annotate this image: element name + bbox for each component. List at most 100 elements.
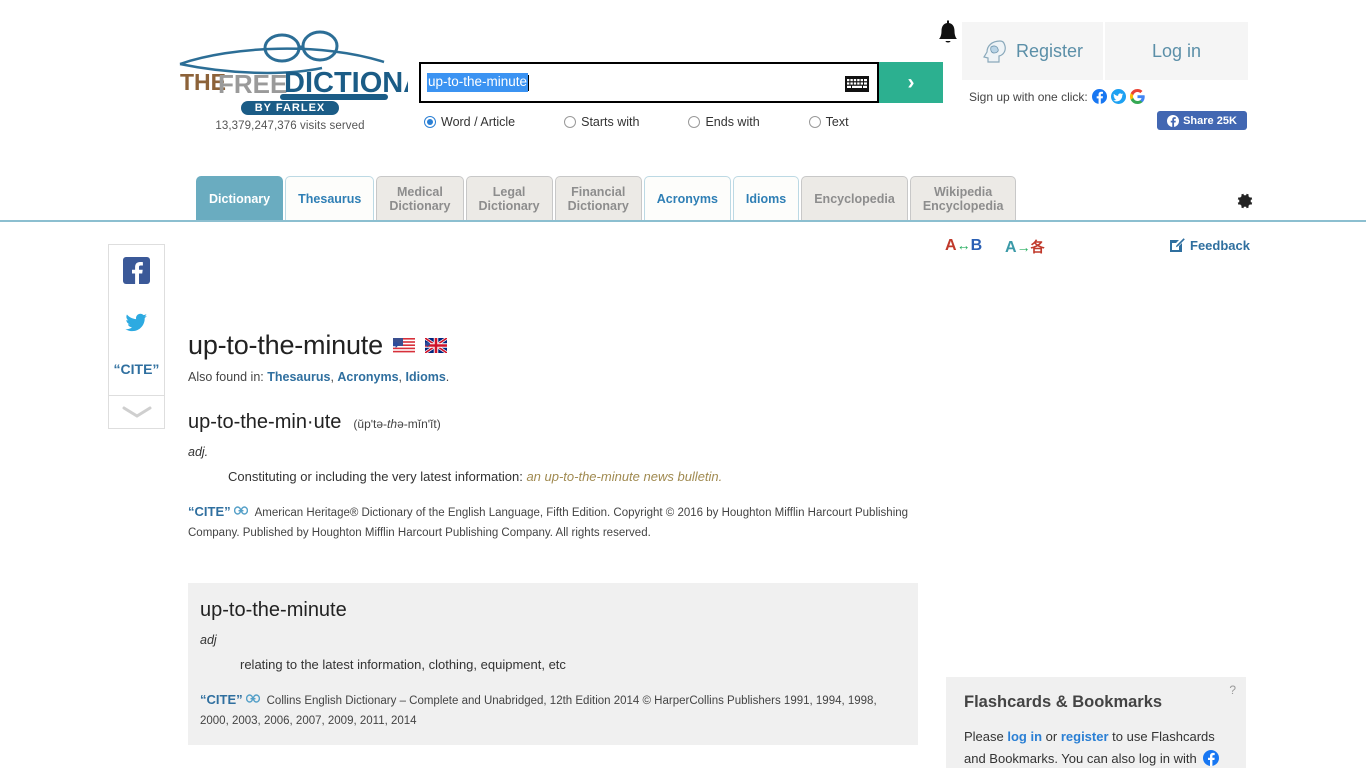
chevron-down-icon xyxy=(122,406,151,418)
radio-text[interactable]: Text xyxy=(808,115,849,129)
twitter-icon[interactable] xyxy=(123,309,150,336)
search-input[interactable]: up-to-the-minute xyxy=(419,62,879,103)
facebook-icon[interactable] xyxy=(1203,750,1220,766)
share-count-label: Share 25K xyxy=(1183,114,1237,127)
link-chain-icon[interactable] xyxy=(233,506,248,515)
flashcards-text-1: Please xyxy=(964,729,1008,744)
tab-wikipedia-encyclopedia[interactable]: Wikipedia Encyclopedia xyxy=(909,176,1017,220)
account-buttons: Register Log in xyxy=(962,22,1248,80)
definition-body: Constituting or including the very lates… xyxy=(228,469,527,484)
radio-dot xyxy=(808,116,821,128)
page-body: “CITE” A↔B A→各 Feedback up-to-the-minute xyxy=(0,222,1366,768)
search-input-value: up-to-the-minute xyxy=(427,73,529,92)
feedback-label: Feedback xyxy=(1190,237,1250,253)
radio-label: Starts with xyxy=(581,115,640,129)
entry-headword: up-to-the-min·ute (ŭpʹtə-thə-mĭnʹĭt) xyxy=(188,411,918,434)
logo-graphic: THE FREE DICTIONARY xyxy=(179,30,408,100)
rail-cite-link[interactable]: “CITE” xyxy=(109,361,164,377)
login-label: Log in xyxy=(1151,40,1202,61)
also-found-link-idioms[interactable]: Idioms xyxy=(405,370,445,384)
brain-head-icon xyxy=(983,40,1006,63)
tab-legal-dictionary[interactable]: Legal Dictionary xyxy=(465,176,553,220)
facebook-icon[interactable] xyxy=(1091,89,1107,104)
tab-dictionary[interactable]: Dictionary xyxy=(196,176,284,220)
svg-text:FREE: FREE xyxy=(218,69,287,99)
uk-flag-audio-icon[interactable] xyxy=(424,338,447,353)
link-chain-icon[interactable] xyxy=(245,694,260,703)
also-found-link-thesaurus[interactable]: Thesaurus xyxy=(267,370,330,384)
signup-label: Sign up with one click: xyxy=(969,89,1088,104)
tab-medical-dictionary[interactable]: Medical Dictionary xyxy=(376,176,464,220)
part-of-speech: adj xyxy=(200,633,217,647)
citation-text: American Heritage® Dictionary of the Eng… xyxy=(188,507,909,539)
entry-american-heritage: up-to-the-min·ute (ŭpʹtə-thə-mĭnʹĭt) adj… xyxy=(188,411,918,543)
ipa-part-2: ə-mĭnʹĭt) xyxy=(397,417,441,431)
logo-byline: BY FARLEX xyxy=(240,101,340,115)
tab-thesaurus[interactable]: Thesaurus xyxy=(285,176,375,220)
google-icon[interactable] xyxy=(1129,89,1145,104)
facebook-share-button[interactable]: Share 25K xyxy=(1157,111,1247,130)
entry-headword-text: up-to-the-minute xyxy=(200,599,347,621)
search-submit-button[interactable]: › xyxy=(879,62,943,103)
part-of-speech: adj. xyxy=(188,445,209,459)
translate-chinese-button[interactable]: A→各 xyxy=(1005,237,1045,257)
cite-link[interactable]: “CITE” xyxy=(188,504,231,519)
gear-icon[interactable] xyxy=(1234,191,1254,211)
cite-link[interactable]: “CITE” xyxy=(200,692,243,707)
tab-financial-dictionary[interactable]: Financial Dictionary xyxy=(554,176,642,220)
text-caret xyxy=(528,74,530,91)
facebook-icon[interactable] xyxy=(123,257,150,284)
tab-acronyms[interactable]: Acronyms xyxy=(643,176,731,220)
citation-text: Collins English Dictionary – Complete an… xyxy=(200,695,877,727)
twitter-icon[interactable] xyxy=(1110,89,1126,104)
pronunciation: (ŭpʹtə-thə-mĭnʹĭt) xyxy=(353,417,440,431)
flashcards-panel: ? Flashcards & Bookmarks Please log in o… xyxy=(946,677,1246,768)
flashcards-text-2: or xyxy=(1042,729,1061,744)
utility-toolbar: A↔B A→各 Feedback xyxy=(940,234,1260,260)
site-header: THE FREE DICTIONARY BY FARLEX 13,379,247… xyxy=(0,0,1366,222)
login-button[interactable]: Log in xyxy=(1105,22,1248,80)
radio-ends-with[interactable]: Ends with xyxy=(688,115,760,129)
rail-more-button[interactable] xyxy=(109,395,164,428)
definition-text: relating to the latest information, clot… xyxy=(240,657,566,672)
radio-dot xyxy=(688,116,701,128)
visits-counter: 13,379,247,376 visits served xyxy=(215,120,365,132)
entry-headword-text: up-to-the-min·ute xyxy=(188,411,342,433)
definition-text: Constituting or including the very lates… xyxy=(188,469,918,484)
flashcards-body: Please log in or register to use Flashca… xyxy=(964,726,1228,768)
radio-label: Word / Article xyxy=(441,115,516,129)
radio-label: Text xyxy=(825,115,849,129)
ipa-part-italic: th xyxy=(387,417,398,431)
feedback-pencil-icon xyxy=(1170,238,1185,252)
site-logo[interactable]: THE FREE DICTIONARY BY FARLEX 13,379,247… xyxy=(172,28,408,132)
signup-oneclick-row: Sign up with one click: xyxy=(969,89,1145,104)
radio-word-article[interactable]: Word / Article xyxy=(424,115,515,129)
tab-encyclopedia[interactable]: Encyclopedia xyxy=(801,176,908,220)
definition-example: an up-to-the-minute news bulletin. xyxy=(526,469,723,484)
search-mode-radios: Word / Article Starts with Ends with Tex… xyxy=(424,115,849,129)
flashcards-register-link[interactable]: register xyxy=(1061,729,1109,744)
citation-line: “CITE” American Heritage® Dictionary of … xyxy=(188,502,918,543)
register-button[interactable]: Register xyxy=(962,22,1105,80)
citation-line: “CITE” Collins English Dictionary – Comp… xyxy=(200,690,906,731)
feedback-button[interactable]: Feedback xyxy=(1169,237,1250,253)
keyboard-icon[interactable] xyxy=(845,76,869,92)
radio-dot xyxy=(564,116,577,128)
section-tabs: Dictionary Thesaurus Medical Dictionary … xyxy=(196,174,1018,220)
us-flag-audio-icon[interactable] xyxy=(392,338,415,353)
translate-ab-button[interactable]: A↔B xyxy=(945,237,982,255)
radio-starts-with[interactable]: Starts with xyxy=(564,115,639,129)
also-found-link-acronyms[interactable]: Acronyms xyxy=(337,370,398,384)
register-label: Register xyxy=(1015,40,1084,61)
help-icon[interactable]: ? xyxy=(1229,683,1236,697)
radio-label: Ends with xyxy=(705,115,760,129)
also-found-in: Also found in: Thesaurus, Acronyms, Idio… xyxy=(188,370,450,384)
facebook-icon xyxy=(1167,114,1180,127)
tab-idioms[interactable]: Idioms xyxy=(732,176,800,220)
also-found-prefix: Also found in: xyxy=(188,370,268,384)
radio-dot xyxy=(424,116,436,128)
entry-collins: up-to-the-minute adj relating to the lat… xyxy=(188,583,918,745)
article-main: up-to-the-minute Also found in: Thesauru… xyxy=(188,330,918,745)
flashcards-login-link[interactable]: log in xyxy=(1007,729,1042,744)
notification-bell-icon[interactable] xyxy=(936,20,960,50)
